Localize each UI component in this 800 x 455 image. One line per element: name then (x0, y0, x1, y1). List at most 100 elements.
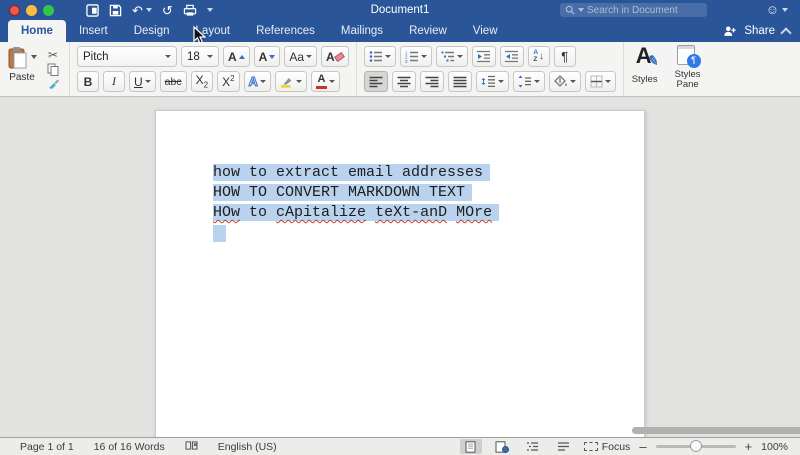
shrink-font-label: A (258, 49, 268, 64)
misspelled-word[interactable]: teXt-anD (375, 204, 447, 221)
language-indicator[interactable]: English (US) (208, 441, 287, 453)
increase-indent-button[interactable] (499, 46, 524, 67)
tab-references[interactable]: References (243, 20, 328, 42)
change-case-button[interactable]: Aa (284, 46, 318, 67)
draft-view-button[interactable] (553, 439, 575, 454)
styles-icon: A ✎ (635, 43, 660, 69)
collapse-ribbon-icon[interactable] (780, 27, 792, 39)
misspelled-word[interactable]: cApitalize (276, 204, 366, 221)
undo-dropdown-caret[interactable] (145, 8, 152, 12)
zoom-window-button[interactable] (43, 4, 54, 16)
borders-button[interactable] (584, 71, 616, 92)
clear-formatting-button[interactable]: A (321, 46, 349, 67)
focus-mode-button[interactable]: Focus (583, 441, 630, 453)
print-layout-view-button[interactable] (459, 439, 482, 454)
tab-view[interactable]: View (460, 20, 511, 42)
multilevel-list-button[interactable] (435, 46, 468, 67)
word-count[interactable]: 16 of 16 Words (84, 441, 175, 453)
paragraph-group: 123 AZ ↓ ¶ (357, 42, 624, 96)
sort-button[interactable]: AZ ↓ (527, 46, 550, 67)
font-name-value: Pitch (83, 50, 109, 63)
window-controls (9, 4, 54, 16)
document-line[interactable]: HOW TO CONVERT MARKDOWN TEXT (213, 183, 499, 203)
redo-icon[interactable]: ↺ (162, 4, 173, 17)
pilcrow-icon: ¶ (561, 49, 569, 64)
zoom-slider-knob[interactable] (689, 440, 702, 452)
new-document-icon[interactable] (86, 3, 99, 17)
bullets-button[interactable] (363, 46, 396, 67)
underline-button[interactable]: U (129, 71, 156, 92)
shading-button[interactable] (548, 71, 581, 92)
styles-pane-button[interactable]: ¶ Styles Pane (668, 45, 708, 93)
undo-icon[interactable]: ↶ (132, 4, 143, 17)
font-size-select[interactable]: 18 (181, 46, 219, 67)
text-effects-button[interactable]: A (243, 71, 271, 92)
align-right-button[interactable] (419, 71, 444, 92)
cut-icon[interactable]: ✂ (44, 48, 62, 62)
shrink-font-arrow-icon (269, 54, 276, 59)
zoom-percentage[interactable]: 100% (761, 441, 792, 453)
search-icon (565, 5, 575, 15)
zoom-in-button[interactable]: + (745, 439, 753, 454)
styles-button[interactable]: A ✎ Styles (632, 43, 660, 93)
horizontal-scrollbar-thumb[interactable] (632, 427, 800, 434)
document-page[interactable]: how to extract email addresses HOW TO CON… (155, 110, 645, 437)
search-scope-caret[interactable] (578, 8, 584, 12)
paste-button[interactable]: Paste (7, 46, 37, 94)
grow-font-button[interactable]: A (223, 46, 250, 67)
clipboard-group: Paste ✂ (0, 42, 70, 96)
italic-button[interactable]: I (103, 71, 125, 92)
font-color-button[interactable]: A (310, 71, 340, 92)
superscript-button[interactable]: X2 (217, 71, 240, 92)
qat-customize-caret[interactable] (206, 8, 213, 12)
misspelled-word[interactable]: HOw (213, 204, 240, 221)
line-spacing-button[interactable] (475, 71, 509, 92)
misspelled-word[interactable]: MOre (456, 204, 492, 221)
minimize-window-button[interactable] (26, 4, 37, 16)
tab-mailings[interactable]: Mailings (328, 20, 396, 42)
print-icon[interactable] (183, 4, 197, 17)
paint-bucket-icon (553, 75, 567, 87)
copy-icon[interactable] (44, 62, 62, 76)
zoom-slider[interactable] (655, 440, 736, 452)
outline-view-button[interactable] (522, 439, 544, 454)
search-input[interactable] (587, 4, 697, 16)
tab-home[interactable]: Home (8, 20, 66, 42)
page-indicator[interactable]: Page 1 of 1 (0, 441, 84, 453)
close-window-button[interactable] (9, 4, 20, 16)
show-paragraph-marks-button[interactable]: ¶ (553, 46, 576, 67)
proofing-errors-icon[interactable] (175, 440, 208, 454)
share-button[interactable]: Share (744, 25, 775, 37)
justify-button[interactable] (447, 71, 472, 92)
strikethrough-label: abc (164, 75, 182, 88)
bold-button[interactable]: B (77, 71, 99, 92)
highlight-button[interactable] (274, 71, 307, 92)
feedback-smiley-icon[interactable]: ☺ (766, 2, 779, 17)
decrease-indent-button[interactable] (471, 46, 496, 67)
tab-insert[interactable]: Insert (66, 20, 121, 42)
search-box[interactable] (560, 3, 707, 17)
align-center-button[interactable] (391, 71, 416, 92)
web-layout-view-button[interactable] (491, 439, 513, 454)
zoom-out-button[interactable]: – (639, 439, 646, 454)
document-line[interactable]: HOw to cApitalize teXt-anD MOre (213, 203, 500, 223)
ribbon-tabbar: Home Insert Design Layout References Mai… (0, 20, 800, 42)
tab-design[interactable]: Design (121, 20, 183, 42)
subscript-button[interactable]: X2 (190, 71, 214, 92)
feedback-caret[interactable] (782, 7, 788, 12)
document-text: how to extract email addresses HOW TO CON… (213, 163, 500, 223)
shrink-font-button[interactable]: A (253, 46, 281, 67)
paragraph-spacing-button[interactable] (512, 71, 545, 92)
strikethrough-button[interactable]: abc (159, 71, 187, 92)
save-icon[interactable] (109, 4, 122, 17)
numbering-button[interactable]: 123 (399, 46, 432, 67)
font-name-select[interactable]: Pitch (77, 46, 177, 67)
tab-review[interactable]: Review (396, 20, 460, 42)
align-left-button[interactable] (363, 71, 388, 92)
italic-label: I (112, 74, 116, 88)
format-painter-icon[interactable] (44, 76, 62, 90)
document-line[interactable]: how to extract email addresses (213, 163, 499, 183)
tab-layout[interactable]: Layout (183, 20, 244, 42)
paragraph-spacing-icon (518, 75, 531, 88)
paste-dropdown-caret[interactable] (31, 55, 37, 59)
